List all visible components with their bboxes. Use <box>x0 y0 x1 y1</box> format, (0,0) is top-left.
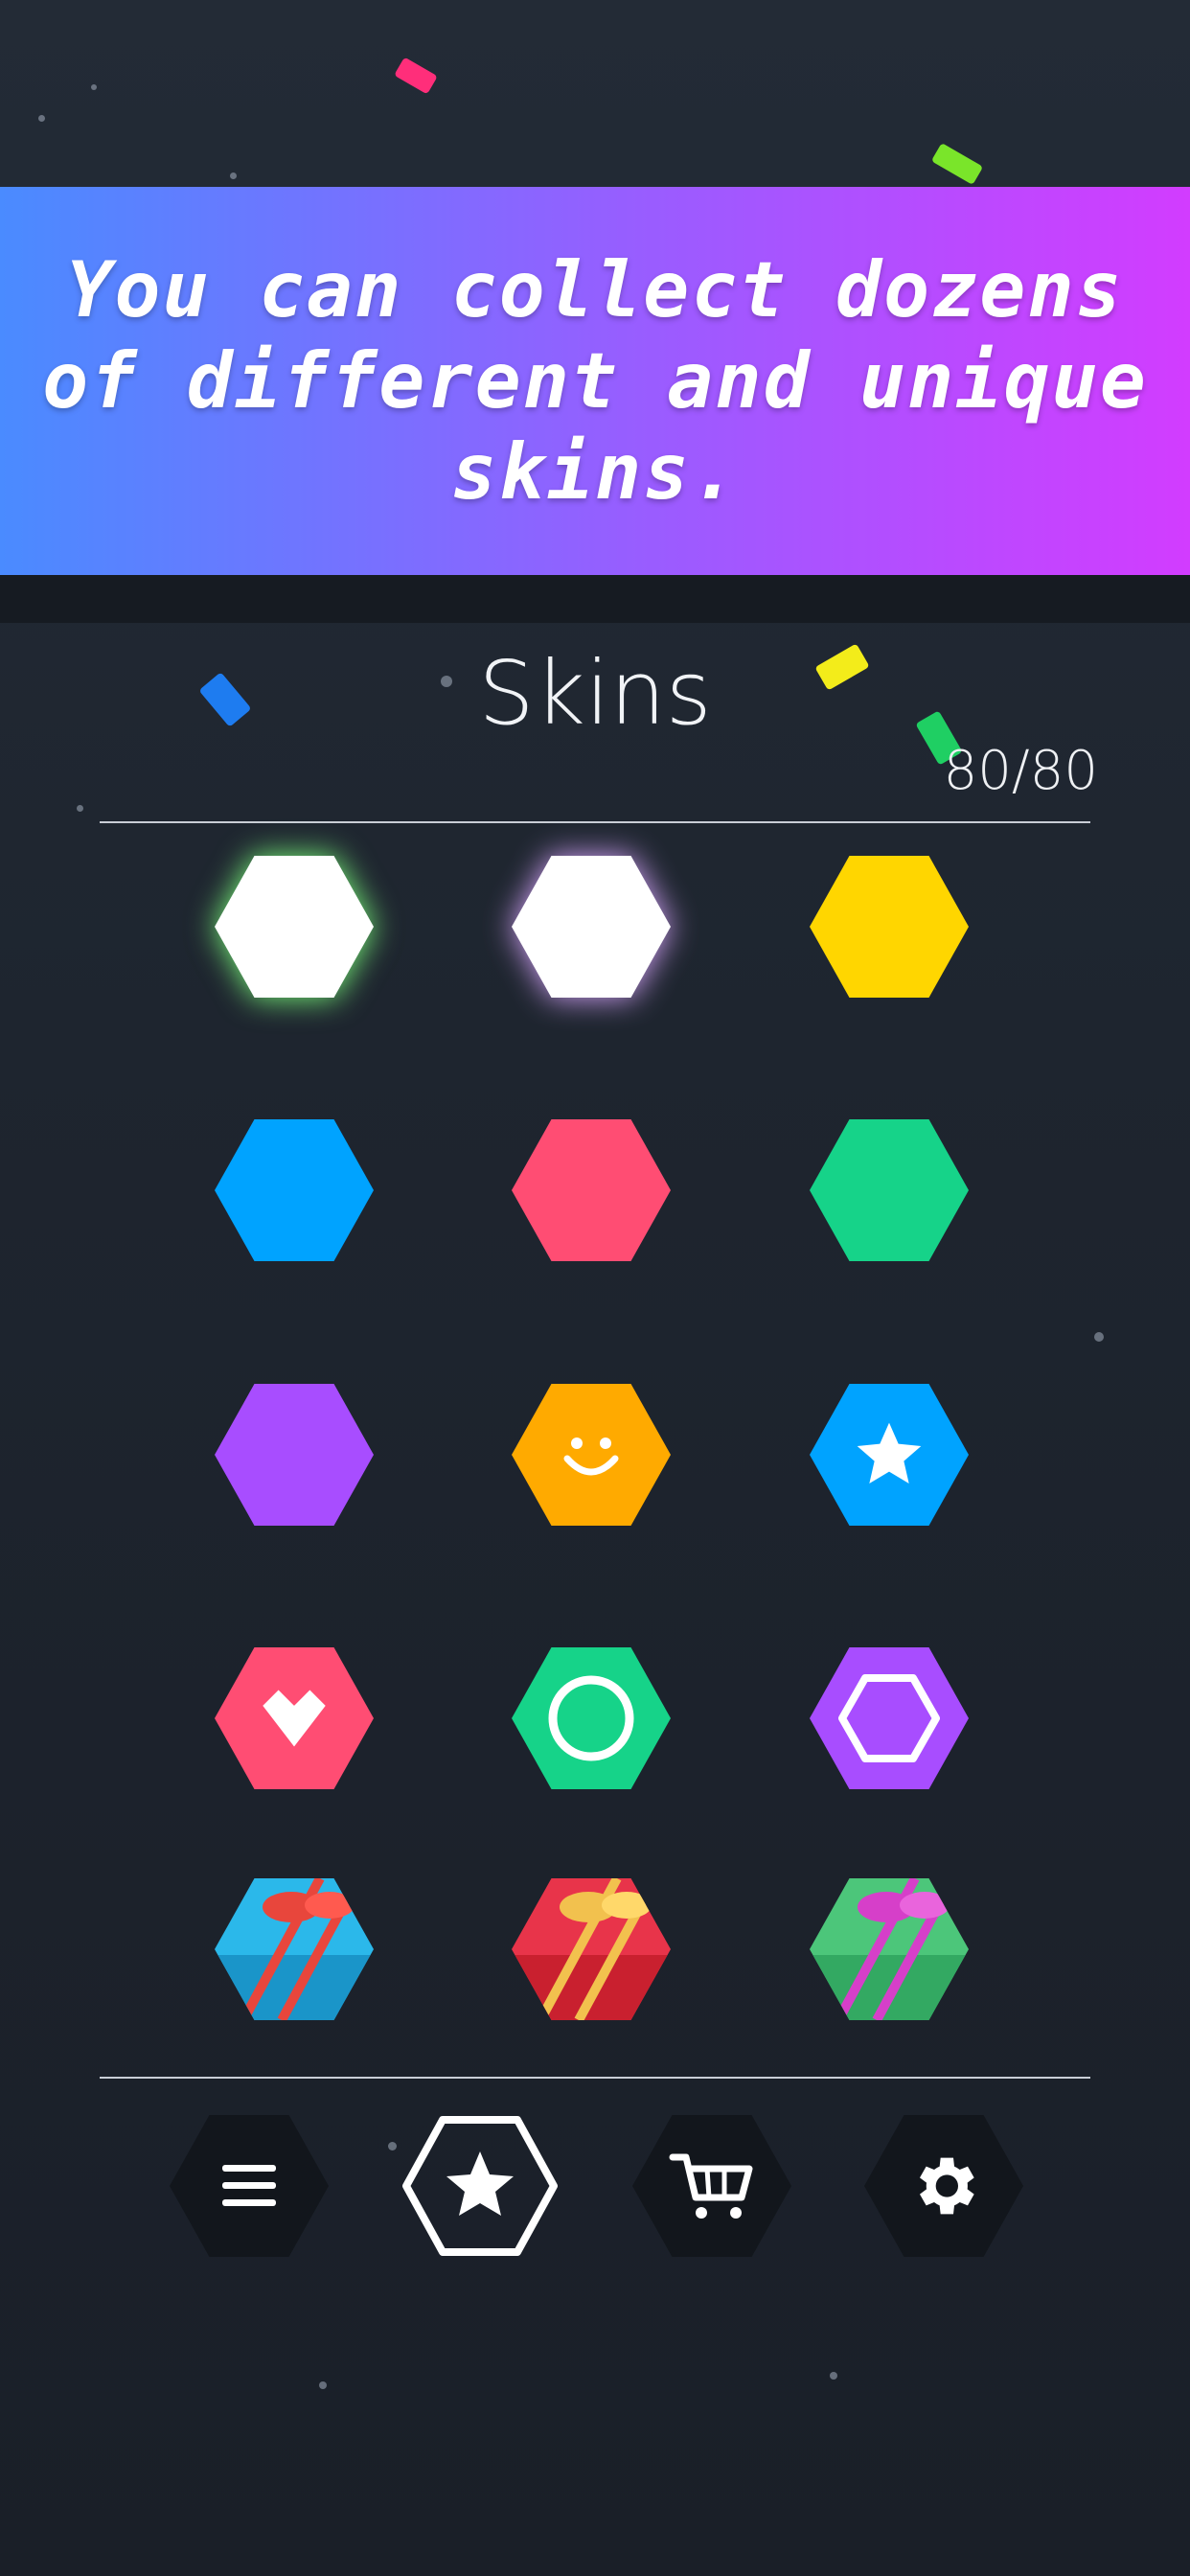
bottom-divider <box>100 2077 1090 2079</box>
skin-tile[interactable] <box>512 1384 671 1526</box>
skin-tile[interactable] <box>215 1878 374 2020</box>
background-dot <box>77 805 83 812</box>
cart-icon <box>669 2153 753 2219</box>
skin-count: 80/80 <box>943 740 1098 802</box>
skin-tile[interactable] <box>512 856 671 998</box>
hex-ring-icon <box>838 1674 940 1762</box>
heart-icon <box>263 1690 326 1747</box>
background-dot <box>38 115 45 122</box>
background-dot <box>91 84 97 90</box>
skin-tile[interactable] <box>512 1119 671 1261</box>
background-dot <box>830 2372 837 2380</box>
skin-tile[interactable] <box>215 1384 374 1526</box>
skin-hex-white <box>512 856 671 998</box>
gift-icon <box>215 1878 374 2020</box>
skin-tile[interactable] <box>810 1878 969 2020</box>
star-icon <box>446 2151 514 2216</box>
skin-tile[interactable] <box>810 1384 969 1526</box>
smiley-icon <box>563 1438 619 1476</box>
promo-banner: You can collect dozens of different and … <box>0 187 1190 575</box>
menu-icon <box>222 2165 276 2206</box>
skin-hex-white <box>215 856 374 998</box>
page-title: Skins <box>478 642 712 745</box>
skin-tile[interactable] <box>512 1878 671 2020</box>
settings-button[interactable] <box>864 2115 1023 2257</box>
background-dot <box>230 172 237 179</box>
shop-button[interactable] <box>632 2115 791 2257</box>
gift-icon <box>810 1878 969 2020</box>
menu-button[interactable] <box>170 2115 329 2257</box>
confetti <box>930 142 984 186</box>
background-dot <box>1094 1332 1104 1342</box>
skin-tile[interactable] <box>215 1119 374 1261</box>
confetti <box>394 57 438 95</box>
banner-shadow <box>0 575 1190 623</box>
top-divider <box>100 821 1090 823</box>
background-dot <box>319 2381 327 2389</box>
background-dot <box>388 2142 397 2150</box>
ring-icon <box>548 1675 634 1761</box>
skin-tile[interactable] <box>810 1647 969 1789</box>
star-icon <box>857 1422 922 1484</box>
promo-banner-text: You can collect dozens of different and … <box>42 245 1148 517</box>
skin-tile[interactable] <box>215 856 374 998</box>
skin-tile[interactable] <box>810 856 969 998</box>
skin-tile[interactable] <box>215 1647 374 1789</box>
gear-icon <box>920 2157 974 2215</box>
skin-tile[interactable] <box>810 1119 969 1261</box>
skin-tile[interactable] <box>512 1647 671 1789</box>
gift-icon <box>512 1878 671 2020</box>
skins-nav-button[interactable] <box>400 2115 560 2257</box>
